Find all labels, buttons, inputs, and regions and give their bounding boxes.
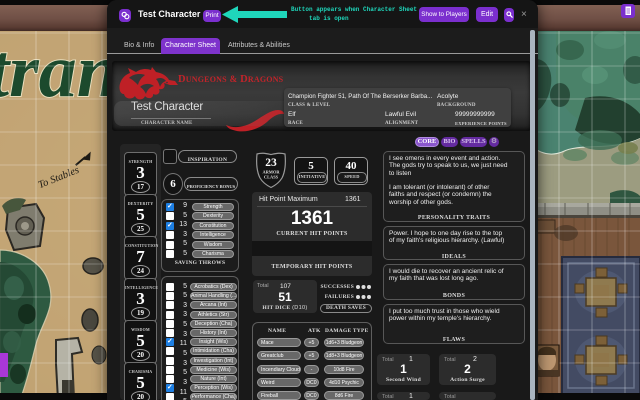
svg-text:23: 23 <box>265 157 277 169</box>
svg-text:CLASS: CLASS <box>264 175 279 180</box>
